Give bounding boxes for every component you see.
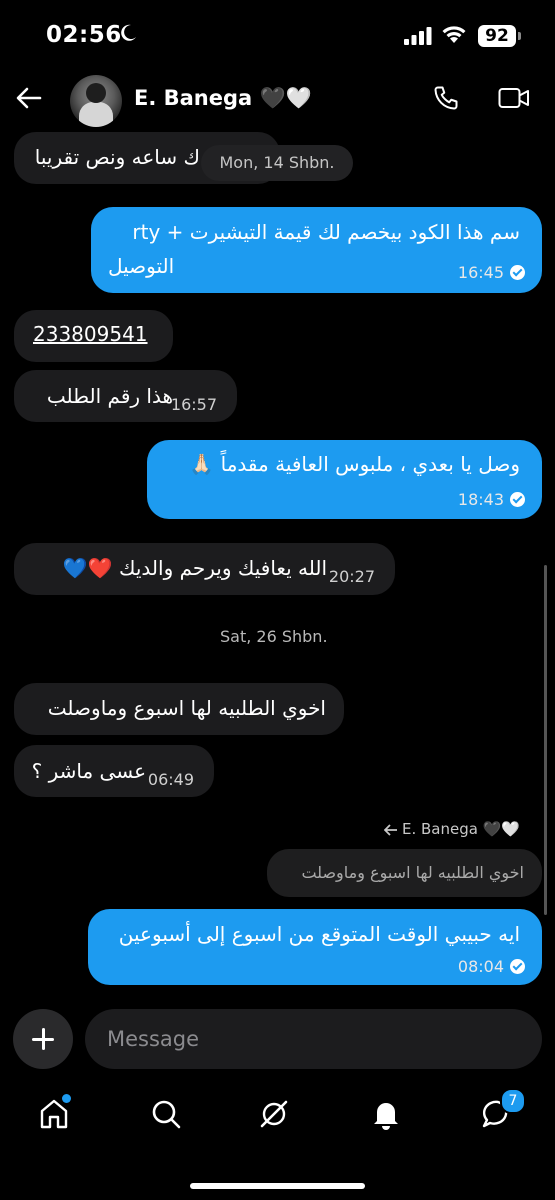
message-meta: 18:43 [458,490,525,509]
message-timestamp: 18:43 [457,490,504,509]
message-timestamp: 06:49 [147,770,194,789]
add-attachment-button[interactable] [13,1009,73,1069]
message-text: وصل يا بعدي ، ملبوس العافية مقدماً 🙏🏻 [189,452,520,476]
tab-messages[interactable]: 7 [480,1088,526,1136]
quoted-message[interactable]: اخوي الطلبيه لها اسبوع وماوصلت [267,849,542,897]
avatar[interactable] [70,75,122,127]
home-indicator [190,1183,365,1189]
cellular-signal-icon [404,27,432,45]
incoming-message[interactable]: الله يعافيك ويرحم والديك ❤️💙 20:27 [14,543,395,595]
message-timestamp: 20:27 [328,567,375,586]
conversation-header: E. Banega 🖤🤍 [0,75,555,127]
read-check-icon [510,265,525,280]
incoming-message[interactable]: هذا رقم الطلب 16:57 [14,370,237,422]
tab-home[interactable] [36,1094,76,1136]
message-text: هذا رقم الطلب [46,384,173,408]
notification-dot [62,1094,71,1103]
message-timestamp: 16:57 [170,395,217,414]
date-overlay-text: Mon, 14 Shbn. [219,153,335,172]
grok-icon [260,1100,288,1128]
status-bar: 02:56 92 [0,0,555,75]
message-text: الله يعافيك ويرحم والديك ❤️💙 [62,556,327,580]
message-text: اخوي الطلبيه لها اسبوع وماوصلت [47,696,326,720]
message-meta: 16:45 [458,263,525,282]
tab-notifications[interactable] [368,1096,408,1136]
reply-header: E. Banega 🖤🤍 [384,820,524,840]
message-text-line-1: سم هذا الكود بيخصم لك قيمة التيشيرت + rt… [132,220,520,244]
message-text: ايه حبيبي الوقت المتوقع من اسبوع إلى أسب… [118,922,520,946]
outgoing-message[interactable]: سم هذا الكود بيخصم لك قيمة التيشيرت + rt… [91,207,542,293]
status-time: 02:56 [46,22,122,48]
messages-badge: 7 [500,1088,526,1114]
scrollbar[interactable] [544,565,547,915]
moon-icon [121,24,136,41]
message-meta: 08:04 [458,957,525,976]
outgoing-message[interactable]: وصل يا بعدي ، ملبوس العافية مقدماً 🙏🏻 18… [147,440,542,519]
incoming-message[interactable]: اخوي الطلبيه لها اسبوع وماوصلت [14,683,344,735]
phone-call-icon[interactable] [432,84,460,112]
wifi-icon [442,26,466,43]
date-overlay-pill: Mon, 14 Shbn. [201,145,353,181]
reply-label: E. Banega 🖤🤍 [402,820,521,838]
incoming-message[interactable]: عسى ماشر ؟ 06:49 [14,745,214,797]
incoming-message[interactable]: 233809541 [14,310,173,362]
read-check-icon [510,959,525,974]
read-check-icon [510,492,525,507]
tab-search[interactable] [148,1096,188,1136]
order-number-link[interactable]: 233809541 [33,322,148,346]
battery-indicator: 92 [478,25,521,47]
bottom-tab-bar: 7 [0,1082,555,1152]
contact-name[interactable]: E. Banega 🖤🤍 [134,86,312,111]
quoted-text: اخوي الطلبيه لها اسبوع وماوصلت [301,863,524,882]
tab-grok[interactable] [256,1096,296,1136]
outgoing-message[interactable]: ايه حبيبي الوقت المتوقع من اسبوع إلى أسب… [88,909,542,985]
video-call-icon[interactable] [498,85,530,111]
message-input[interactable] [85,1009,542,1069]
battery-level: 92 [485,26,509,46]
message-text-line-2: التوصيل [108,254,175,278]
date-separator: Sat, 26 Shbn. [220,627,328,646]
message-timestamp: 08:04 [457,957,504,976]
back-arrow-icon[interactable] [14,83,44,113]
reply-arrow-icon [384,824,397,836]
message-text: ك ساعه ونص تقريبا [34,145,200,169]
message-timestamp: 16:45 [457,263,504,282]
search-icon [152,1100,181,1129]
bell-icon [374,1103,398,1130]
message-text: عسى ماشر ؟ [31,759,146,783]
